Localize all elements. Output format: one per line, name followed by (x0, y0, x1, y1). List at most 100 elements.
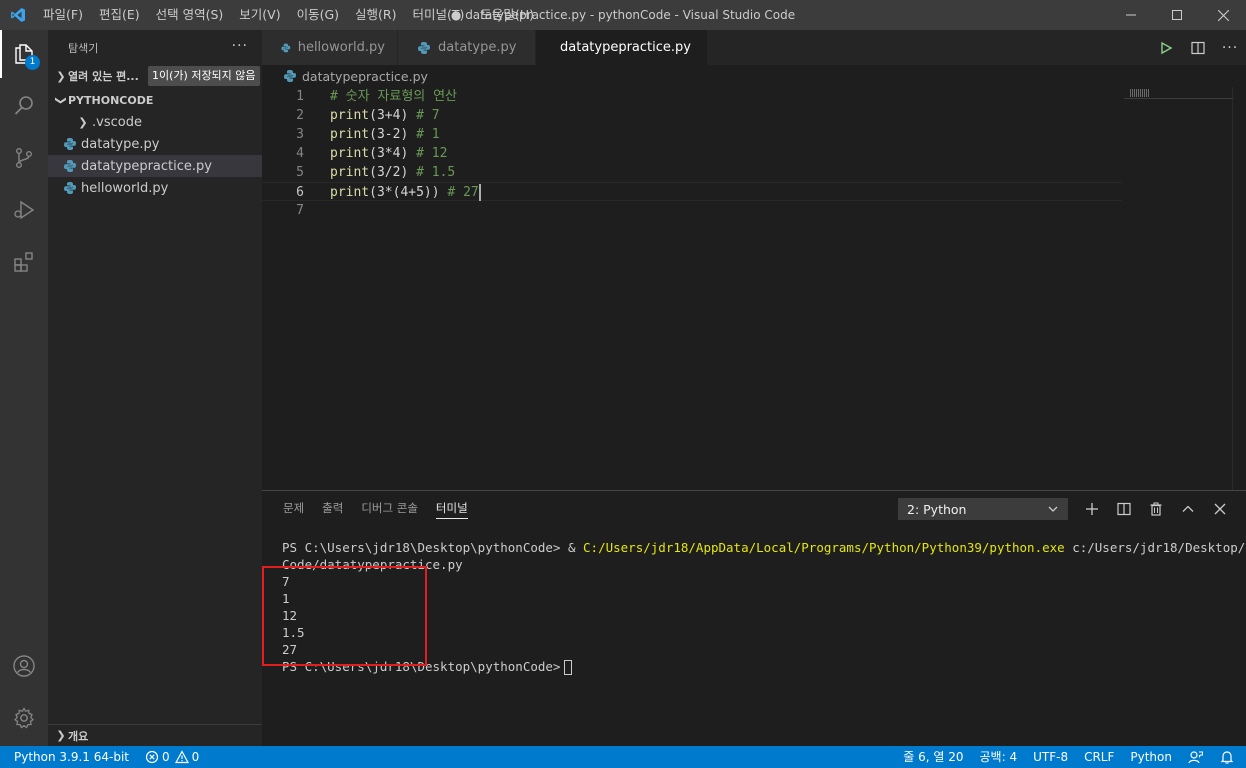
eol-status[interactable]: CRLF (1076, 746, 1122, 768)
code-args: (3*4) (369, 146, 409, 161)
tab-label: datatypepractice.py (560, 40, 691, 55)
new-terminal-button[interactable] (1076, 491, 1108, 526)
maximize-panel-button[interactable] (1172, 491, 1204, 526)
tab-bar: helloworld.py datatype.py datatypepracti… (262, 30, 1246, 65)
minimize-icon (1126, 14, 1136, 16)
code-line: 4 print(3*4) # 12 (262, 144, 1122, 163)
split-terminal-icon (1117, 502, 1131, 515)
folder-label: PYTHONCODE (68, 93, 154, 107)
close-window-button[interactable] (1200, 0, 1246, 30)
error-count: 0 (162, 750, 170, 764)
tree-item-datatypepractice[interactable]: datatypepractice.py (48, 155, 262, 177)
code-comment: # 7 (408, 108, 440, 123)
close-icon (1217, 9, 1229, 21)
line-number: 3 (296, 127, 304, 142)
menu-edit[interactable]: 편집(E) (91, 0, 148, 30)
minimap[interactable] (1124, 87, 1234, 490)
tab-problems[interactable]: 문제 (274, 491, 313, 526)
python-file-icon (64, 160, 76, 172)
code-args: (3-2) (369, 127, 409, 142)
terminal-select-value: 2: Python (907, 501, 967, 517)
breadcrumb[interactable]: datatypepractice.py (262, 65, 1246, 87)
tab-debug-console[interactable]: 디버그 콘솔 (352, 491, 427, 526)
line-number: 1 (296, 89, 304, 104)
menu-go[interactable]: 이동(G) (289, 0, 347, 30)
notifications-button[interactable] (1212, 746, 1246, 768)
terminal-select[interactable]: 2: Python (898, 498, 1068, 520)
line-number: 7 (296, 203, 304, 218)
activity-bar: 1 (0, 30, 48, 746)
tab-label: helloworld.py (297, 40, 385, 55)
more-actions-button[interactable]: ··· (1214, 30, 1246, 65)
menu-file[interactable]: 파일(F) (35, 0, 91, 30)
code-line: 2 print(3+4) # 7 (262, 106, 1122, 125)
tree-item-helloworld[interactable]: helloworld.py (48, 177, 262, 199)
code-function: print (330, 127, 370, 142)
code-editor[interactable]: 1 # 숫자 자료형의 연산 2 print(3+4) # 7 3 print(… (262, 87, 1122, 220)
source-control-activity-button[interactable] (0, 134, 48, 182)
problems-status[interactable]: 0 0 (137, 746, 207, 768)
python-file-icon (281, 43, 291, 52)
split-terminal-button[interactable] (1108, 491, 1140, 526)
cursor-position-status[interactable]: 줄 6, 열 20 (895, 746, 971, 768)
unsaved-badge: 1이(가) 저장되지 않음 (148, 66, 260, 86)
tab-terminal[interactable]: 터미널 (427, 491, 477, 526)
terminal-command-line: PS C:\Users\jdr18\Desktop\pythonCode> & … (282, 539, 1246, 556)
kill-terminal-button[interactable] (1140, 491, 1172, 526)
menu-bar: 파일(F) 편집(E) 선택 영역(S) 보기(V) 이동(G) 실행(R) 터… (35, 0, 542, 30)
split-editor-button[interactable] (1182, 30, 1214, 65)
close-panel-button[interactable] (1204, 491, 1236, 526)
line-number: 5 (296, 165, 304, 180)
plus-icon (1086, 502, 1098, 515)
tree-item-vscode[interactable]: ❯ .vscode (48, 111, 262, 133)
code-function: print (330, 146, 370, 161)
minimize-button[interactable] (1108, 0, 1154, 30)
more-actions-icon[interactable]: ··· (232, 38, 248, 54)
code-args: (3/2) (369, 165, 409, 180)
tree-item-datatype[interactable]: datatype.py (48, 133, 262, 155)
explorer-activity-button[interactable]: 1 (0, 30, 48, 78)
menu-terminal[interactable]: 터미널(T) (405, 0, 473, 30)
code-comment: # 12 (408, 146, 448, 161)
outline-label: 개요 (68, 729, 89, 743)
python-interpreter-status[interactable]: Python 3.9.1 64-bit (0, 746, 137, 768)
text-cursor (478, 184, 481, 201)
bell-icon (1220, 751, 1234, 764)
tab-label: datatype.py (438, 40, 517, 55)
editor-area: helloworld.py datatype.py datatypepracti… (262, 30, 1246, 490)
folder-section[interactable]: ❯ PYTHONCODE (48, 89, 262, 111)
manage-activity-button[interactable] (0, 694, 48, 742)
code-function: print (330, 185, 370, 200)
outline-section[interactable]: ❯ 개요 (48, 724, 262, 746)
indentation-status[interactable]: 공백: 4 (972, 746, 1026, 768)
run-debug-activity-button[interactable] (0, 186, 48, 234)
menu-view[interactable]: 보기(V) (231, 0, 288, 30)
feedback-icon (1188, 751, 1203, 764)
source-control-icon (15, 148, 32, 169)
close-icon (1214, 503, 1226, 514)
tab-datatypepractice[interactable]: datatypepractice.py (536, 30, 708, 65)
maximize-button[interactable] (1154, 0, 1200, 30)
run-debug-icon (14, 200, 35, 220)
tab-output[interactable]: 출력 (313, 491, 352, 526)
feedback-button[interactable] (1180, 746, 1212, 768)
tab-datatype[interactable]: datatype.py (398, 30, 536, 65)
search-activity-button[interactable] (0, 82, 48, 130)
open-editors-section[interactable]: ❯ 열려 있는 편... 1이(가) 저장되지 않음 (48, 65, 262, 87)
run-file-button[interactable] (1150, 30, 1182, 65)
encoding-status[interactable]: UTF-8 (1025, 746, 1076, 768)
accounts-activity-button[interactable] (0, 642, 48, 690)
language-mode-status[interactable]: Python (1122, 746, 1180, 768)
menu-help[interactable]: 도움말(H) (472, 0, 542, 30)
tab-helloworld[interactable]: helloworld.py (262, 30, 398, 65)
menu-run[interactable]: 실행(R) (347, 0, 404, 30)
line-number: 4 (296, 146, 304, 161)
menu-selection[interactable]: 선택 영역(S) (148, 0, 232, 30)
sidebar-header: 탐색기 ··· (48, 30, 262, 65)
vscode-logo-icon (0, 0, 35, 30)
sidebar-title: 탐색기 (68, 41, 99, 55)
code-comment: # 1.5 (408, 165, 456, 180)
extensions-activity-button[interactable] (0, 238, 48, 286)
editor-actions: ··· (1150, 30, 1246, 65)
editor-scrollbar[interactable] (1232, 87, 1246, 490)
